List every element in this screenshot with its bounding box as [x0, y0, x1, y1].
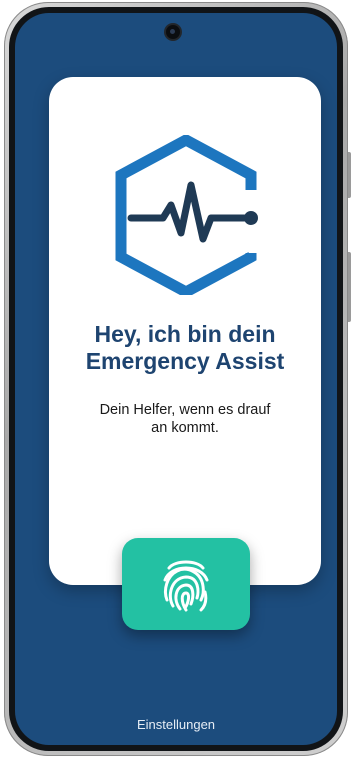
phone-bezel: Hey, ich bin dein Emergency Assist Dein …	[9, 7, 343, 751]
app-screen: Hey, ich bin dein Emergency Assist Dein …	[15, 13, 337, 745]
settings-link[interactable]: Einstellungen	[15, 717, 337, 732]
fingerprint-icon	[163, 560, 209, 612]
front-camera	[166, 25, 180, 39]
power-button	[348, 252, 351, 322]
welcome-subtitle: Dein Helfer, wenn es drauf an kommt.	[99, 402, 271, 436]
volume-button	[348, 152, 351, 198]
welcome-card: Hey, ich bin dein Emergency Assist Dein …	[49, 77, 321, 585]
hexagon-heartbeat-icon	[115, 135, 258, 295]
welcome-title: Hey, ich bin dein Emergency Assist	[85, 321, 285, 374]
phone-frame: Hey, ich bin dein Emergency Assist Dein …	[4, 2, 351, 756]
fingerprint-login-button[interactable]	[122, 538, 250, 630]
